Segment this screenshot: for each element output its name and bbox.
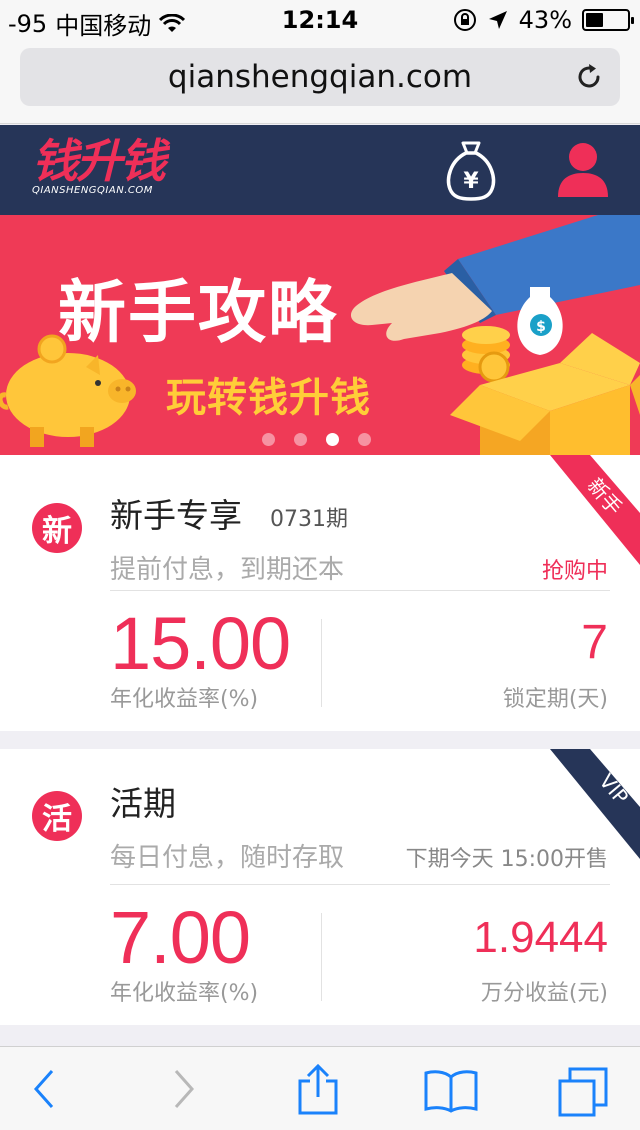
vertical-divider [321, 913, 322, 1001]
lock-period-label: 锁定期(天) [502, 687, 608, 712]
forward-arrow-icon[interactable] [172, 1069, 196, 1109]
product-description: 每日付息，随时存取 [110, 843, 345, 873]
location-arrow-icon [488, 11, 507, 29]
annual-rate-label: 年化收益率(%) [110, 687, 259, 712]
svg-text:$: $ [536, 319, 546, 335]
newbie-ribbon [550, 455, 640, 565]
status-bar: -95 中国移动 12:14 43% [0, 0, 640, 40]
tabs-icon[interactable] [558, 1067, 608, 1117]
site-logo[interactable]: 钱升钱 QIANSHENGQIAN.COM [32, 134, 166, 196]
logo-subtext: QIANSHENGQIAN.COM [32, 185, 153, 196]
vertical-divider [321, 619, 322, 707]
share-icon[interactable] [296, 1063, 340, 1117]
product-issue: 0731期 [270, 507, 348, 532]
badge-new: 新 [32, 503, 82, 553]
card-divider [110, 590, 610, 591]
annual-rate: 15.00 [110, 602, 291, 685]
carousel-dot[interactable] [294, 433, 307, 446]
browser-toolbar [0, 1046, 640, 1130]
carousel-dot[interactable] [262, 433, 275, 446]
rotation-lock-icon [453, 9, 476, 31]
product-name: 新手专享 [110, 496, 242, 535]
browser-chrome: qianshengqian.com [0, 40, 640, 124]
lock-period-value: 7 [581, 616, 608, 669]
product-card-newbie[interactable]: 新手 新 新手专享 0731期 提前付息，到期还本 抢购中 15.00 年化收益… [0, 455, 640, 731]
annual-rate: 7.00 [110, 896, 251, 979]
app-header: 钱升钱 QIANSHENGQIAN.COM ¥ [0, 125, 640, 215]
promo-banner[interactable]: $ 新手攻略 玩转钱升钱 [0, 215, 640, 455]
per-10k-earning-label: 万分收益(元) [480, 981, 608, 1006]
banner-subtitle: 玩转钱升钱 [166, 375, 371, 421]
annual-rate-label: 年化收益率(%) [110, 981, 259, 1006]
back-arrow-icon[interactable] [32, 1069, 56, 1109]
carousel-dot-active[interactable] [326, 433, 339, 446]
hand-illustration [350, 215, 640, 341]
battery-icon [582, 9, 634, 31]
product-card-current[interactable]: VIP 活 活期 每日付息，随时存取 下期今天 15:00开售 7.00 年化收… [0, 749, 640, 1025]
reload-icon[interactable] [572, 60, 606, 94]
url-text[interactable]: qianshengqian.com [168, 59, 472, 95]
battery-percent: 43% [518, 6, 572, 34]
bookmarks-icon[interactable] [424, 1067, 478, 1113]
card-divider [110, 884, 610, 885]
carousel-indicator[interactable] [262, 433, 371, 446]
banner-title: 新手攻略 [58, 274, 339, 353]
money-bag-icon[interactable]: ¥ [444, 139, 498, 201]
address-bar[interactable]: qianshengqian.com [20, 48, 620, 106]
svg-text:¥: ¥ [463, 169, 479, 194]
logo-text: 钱升钱 [32, 134, 166, 188]
product-name: 活期 [110, 784, 176, 823]
user-account-icon[interactable] [556, 141, 610, 199]
per-10k-earning-value: 1.9444 [473, 913, 608, 962]
carousel-dot[interactable] [358, 433, 371, 446]
product-status: 下期今天 15:00开售 [405, 847, 608, 872]
coins-illustration [462, 326, 510, 383]
product-description: 提前付息，到期还本 [110, 555, 345, 585]
product-status: 抢购中 [541, 559, 608, 584]
badge-current: 活 [32, 791, 82, 841]
